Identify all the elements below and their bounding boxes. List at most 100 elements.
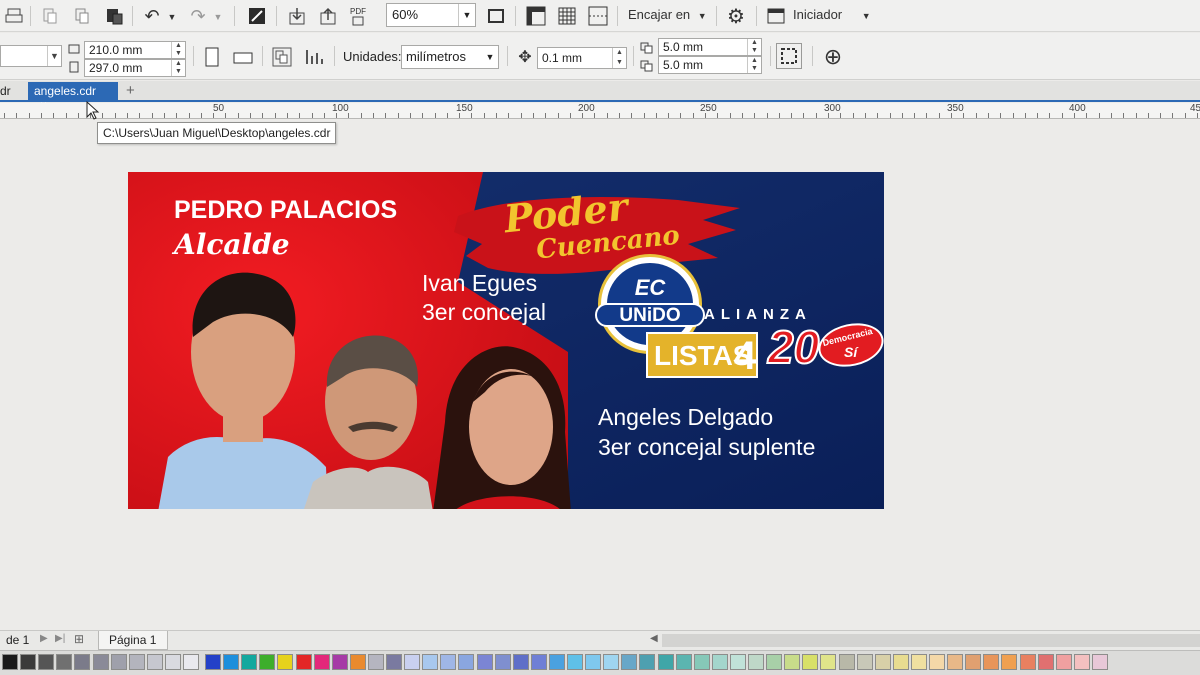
chevron-down-icon[interactable]: ▼	[458, 4, 475, 26]
nudge-distance-field[interactable]: 0.1 mm ▲ ▼	[537, 47, 627, 69]
color-swatch[interactable]	[477, 654, 493, 670]
chevron-down-icon[interactable]: ▼	[482, 46, 498, 68]
tab-angeles-cdr[interactable]: angeles.cdr ×	[28, 82, 118, 112]
color-swatch[interactable]	[129, 654, 145, 670]
spinner-icon[interactable]: ▲ ▼	[747, 39, 761, 55]
color-swatch[interactable]	[839, 654, 855, 670]
page-height-field[interactable]: 297.0 mm ▲ ▼	[84, 59, 186, 77]
cut-icon[interactable]	[38, 4, 62, 28]
color-swatch[interactable]	[259, 654, 275, 670]
search-content-icon[interactable]	[245, 4, 269, 28]
portrait-icon[interactable]	[200, 45, 224, 69]
color-swatch[interactable]	[38, 654, 54, 670]
color-swatch[interactable]	[20, 654, 36, 670]
candidate-role-text[interactable]: Alcalde	[174, 228, 290, 261]
horizontal-scrollbar[interactable]	[662, 634, 1200, 647]
color-swatch[interactable]	[241, 654, 257, 670]
color-swatch[interactable]	[223, 654, 239, 670]
color-swatch[interactable]	[1001, 654, 1017, 670]
launcher-icon[interactable]	[764, 4, 788, 28]
color-swatch[interactable]	[513, 654, 529, 670]
spinner-icon[interactable]: ▲ ▼	[612, 48, 626, 68]
rulers-icon[interactable]	[524, 4, 548, 28]
color-swatch[interactable]	[1074, 654, 1090, 670]
color-swatch[interactable]	[386, 654, 402, 670]
color-swatch[interactable]	[766, 654, 782, 670]
color-swatch[interactable]	[147, 654, 163, 670]
color-swatch[interactable]	[639, 654, 655, 670]
color-swatch[interactable]	[983, 654, 999, 670]
color-swatch[interactable]	[458, 654, 474, 670]
person2-role-text[interactable]: 3er concejal	[422, 299, 546, 326]
color-swatch[interactable]	[857, 654, 873, 670]
paper-type-combo[interactable]: ▼	[0, 45, 62, 67]
color-swatch[interactable]	[1038, 654, 1054, 670]
grid-icon[interactable]	[555, 4, 579, 28]
duplicate-distance-y-field[interactable]: 5.0 mm ▲ ▼	[658, 56, 762, 74]
bleed-icon[interactable]	[776, 43, 802, 69]
chevron-down-icon[interactable]: ▼	[47, 46, 61, 66]
color-swatch[interactable]	[658, 654, 674, 670]
color-swatch[interactable]	[712, 654, 728, 670]
units-dropdown[interactable]: milímetros ▼	[401, 45, 499, 69]
zoom-level-combo[interactable]: 60% ▼	[386, 3, 476, 27]
listas-badge[interactable]: LISTAS 4	[646, 332, 758, 378]
color-swatch[interactable]	[603, 654, 619, 670]
page-width-field[interactable]: 210.0 mm ▲ ▼	[84, 41, 186, 59]
undo-icon[interactable]: ↶	[140, 4, 164, 28]
redo-dropdown-icon[interactable]: ▼	[211, 5, 225, 29]
paste-icon[interactable]	[102, 4, 126, 28]
spinner-icon[interactable]: ▲ ▼	[171, 42, 185, 58]
democracia-si-logo[interactable]: 20 Democracia Sí	[764, 317, 884, 380]
add-icon[interactable]: ⊕	[821, 44, 845, 69]
color-swatch[interactable]	[56, 654, 72, 670]
color-swatch[interactable]	[947, 654, 963, 670]
tab-previous-document[interactable]: dr	[0, 82, 17, 102]
next-page-icon[interactable]: ▶	[40, 633, 48, 644]
color-swatch[interactable]	[965, 654, 981, 670]
launcher-menu[interactable]: Iniciador ▼	[793, 7, 871, 22]
color-swatch[interactable]	[748, 654, 764, 670]
color-swatch[interactable]	[531, 654, 547, 670]
color-swatch[interactable]	[183, 654, 199, 670]
color-swatch[interactable]	[165, 654, 181, 670]
add-page-icon[interactable]: ⊞	[74, 632, 84, 646]
color-swatch[interactable]	[350, 654, 366, 670]
color-swatch[interactable]	[1092, 654, 1108, 670]
color-swatch[interactable]	[621, 654, 637, 670]
color-swatch[interactable]	[93, 654, 109, 670]
scroll-left-icon[interactable]: ◀	[650, 633, 658, 644]
color-swatch[interactable]	[567, 654, 583, 670]
color-swatch[interactable]	[440, 654, 456, 670]
color-swatch[interactable]	[911, 654, 927, 670]
export-icon[interactable]	[316, 4, 340, 28]
candidate-name-text[interactable]: PEDRO PALACIOS	[174, 196, 397, 225]
color-swatch[interactable]	[585, 654, 601, 670]
spinner-icon[interactable]: ▲ ▼	[747, 57, 761, 73]
color-swatch[interactable]	[205, 654, 221, 670]
landscape-icon[interactable]	[231, 45, 255, 69]
color-swatch[interactable]	[802, 654, 818, 670]
spinner-icon[interactable]: ▲ ▼	[171, 60, 185, 76]
tab-page-1[interactable]: Página 1	[98, 631, 168, 650]
import-icon[interactable]	[285, 4, 309, 28]
color-swatch[interactable]	[1020, 654, 1036, 670]
copy-icon[interactable]	[70, 4, 94, 28]
color-swatch[interactable]	[875, 654, 891, 670]
person2-name-text[interactable]: Ivan Egues	[422, 270, 537, 297]
snap-to-menu[interactable]: Encajar en ▼	[628, 7, 707, 22]
publish-pdf-icon[interactable]: PDF	[346, 4, 370, 28]
color-swatch[interactable]	[929, 654, 945, 670]
all-pages-icon[interactable]	[270, 45, 294, 69]
color-swatch[interactable]	[495, 654, 511, 670]
color-swatch[interactable]	[694, 654, 710, 670]
horizontal-ruler[interactable]: 50 100 150 200 250 300 350 400 45	[0, 103, 1200, 119]
color-swatch[interactable]	[74, 654, 90, 670]
color-swatch[interactable]	[368, 654, 384, 670]
color-swatch[interactable]	[784, 654, 800, 670]
color-swatch[interactable]	[332, 654, 348, 670]
color-swatch[interactable]	[404, 654, 420, 670]
full-screen-icon[interactable]	[484, 4, 508, 28]
color-swatch[interactable]	[2, 654, 18, 670]
color-swatch[interactable]	[277, 654, 293, 670]
